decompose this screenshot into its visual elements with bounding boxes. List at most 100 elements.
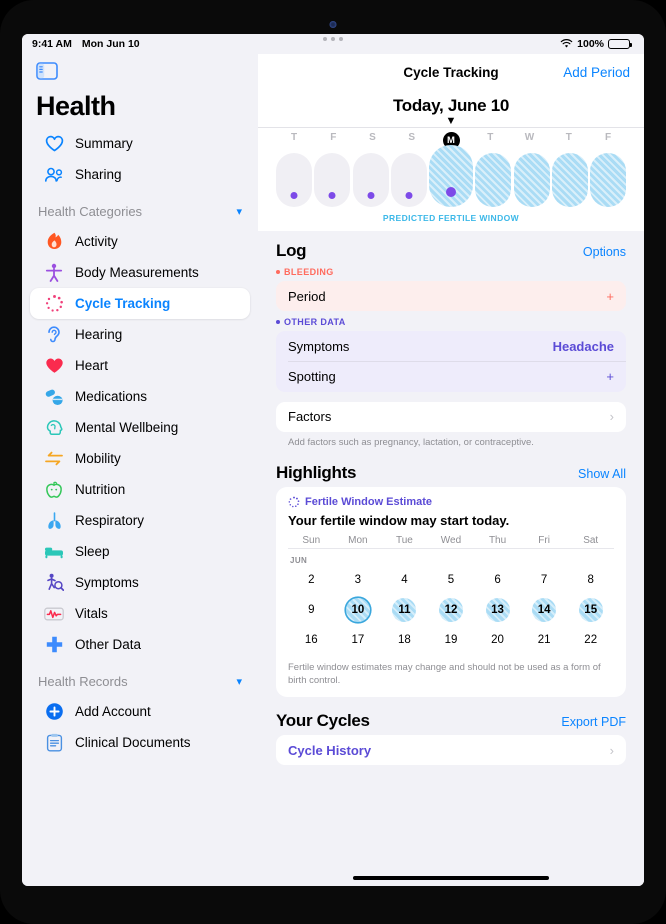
sidebar-item-add-account[interactable]: Add Account bbox=[30, 696, 250, 727]
period-dot bbox=[290, 192, 298, 199]
log-row-period[interactable]: Period + bbox=[276, 281, 626, 311]
calendar-day-today[interactable]: 10 bbox=[335, 595, 382, 625]
cycle-day-oval-today[interactable] bbox=[429, 145, 473, 207]
log-row-spotting[interactable]: Spotting + bbox=[276, 362, 626, 392]
calendar-day[interactable]: 20 bbox=[474, 625, 521, 655]
your-cycles-header: Your Cycles Export PDF bbox=[276, 711, 626, 731]
sidebar-item-medications[interactable]: Medications bbox=[30, 381, 250, 412]
sidebar-item-summary[interactable]: Summary bbox=[30, 128, 250, 159]
other-data-tag-label: OTHER DATA bbox=[284, 317, 346, 327]
chevron-right-icon[interactable]: › bbox=[610, 743, 614, 758]
sidebar-item-vitals[interactable]: Vitals bbox=[30, 598, 250, 629]
cycle-day-oval[interactable] bbox=[314, 153, 351, 207]
calendar-day[interactable]: 16 bbox=[288, 625, 335, 655]
your-cycles-section: Your Cycles Export PDF Cycle History › bbox=[258, 697, 644, 766]
log-options-button[interactable]: Options bbox=[583, 245, 626, 259]
sidebar-section-health-records[interactable]: Health Records ▾ bbox=[22, 666, 258, 696]
sidebar-item-sleep[interactable]: Sleep bbox=[30, 536, 250, 567]
sidebar-item-mobility[interactable]: Mobility bbox=[30, 443, 250, 474]
calendar-day[interactable]: 15 bbox=[567, 595, 614, 625]
calendar-day[interactable]: 5 bbox=[428, 565, 475, 595]
home-indicator[interactable] bbox=[353, 875, 549, 880]
sidebar-item-label: Nutrition bbox=[75, 482, 126, 497]
sidebar-section-health-categories[interactable]: Health Categories ▾ bbox=[22, 196, 258, 226]
cycle-dow: T bbox=[290, 132, 298, 143]
calendar-dow: Tue bbox=[395, 535, 413, 547]
sidebar-item-label: Activity bbox=[75, 234, 118, 249]
cycle-day-oval[interactable] bbox=[513, 153, 550, 207]
add-period-plus-icon[interactable]: + bbox=[606, 290, 614, 303]
calendar-dow-row: Sun Mon Tue Wed Thu Fri Sat bbox=[288, 535, 614, 548]
calendar-day[interactable]: 19 bbox=[428, 625, 475, 655]
sidebar-item-label: Respiratory bbox=[75, 513, 145, 528]
cycle-day-oval[interactable] bbox=[475, 153, 512, 207]
calendar-day[interactable]: 18 bbox=[381, 625, 428, 655]
calendar-day[interactable]: 9 bbox=[288, 595, 335, 625]
calendar-day[interactable]: 7 bbox=[521, 565, 568, 595]
log-row-symptoms[interactable]: Symptoms Headache bbox=[276, 331, 626, 361]
add-period-button[interactable]: Add Period bbox=[563, 65, 630, 80]
sidebar-item-other-data[interactable]: Other Data bbox=[30, 629, 250, 660]
factors-row[interactable]: Factors › bbox=[276, 402, 626, 432]
calendar-day[interactable]: 2 bbox=[288, 565, 335, 595]
add-spotting-plus-icon[interactable]: + bbox=[606, 370, 614, 383]
status-bar-right: 100% bbox=[560, 38, 632, 50]
fertile-window-kicker: Fertile Window Estimate bbox=[288, 496, 614, 508]
sidebar-item-sharing[interactable]: Sharing bbox=[30, 159, 250, 190]
calendar-day[interactable]: 22 bbox=[567, 625, 614, 655]
cycle-day-oval[interactable] bbox=[390, 153, 427, 207]
calendar-day[interactable]: 12 bbox=[428, 595, 475, 625]
scroll-content[interactable]: Log Options BLEEDING Period + OTHER DATA… bbox=[258, 231, 644, 886]
chevron-down-icon[interactable]: ▾ bbox=[236, 205, 242, 218]
sidebar-section-title: Health Categories bbox=[38, 203, 143, 219]
sidebar-toggle-icon[interactable] bbox=[36, 62, 58, 80]
sidebar-item-label: Sleep bbox=[75, 544, 110, 559]
bleeding-tag: BLEEDING bbox=[276, 267, 626, 277]
sidebar-item-hearing[interactable]: Hearing bbox=[30, 319, 250, 350]
period-dot bbox=[367, 192, 374, 199]
export-pdf-button[interactable]: Export PDF bbox=[561, 715, 626, 729]
fertile-window-card[interactable]: Fertile Window Estimate Your fertile win… bbox=[276, 487, 626, 698]
sidebar-item-cycle-tracking[interactable]: Cycle Tracking bbox=[30, 288, 250, 319]
calendar-day[interactable]: 17 bbox=[335, 625, 382, 655]
sidebar-item-nutrition[interactable]: Nutrition bbox=[30, 474, 250, 505]
log-row-value[interactable]: Headache bbox=[553, 339, 614, 354]
split-view: Health Summary Sharing Health Categories… bbox=[22, 54, 644, 886]
chevron-down-icon[interactable]: ▾ bbox=[236, 675, 242, 688]
sidebar-item-activity[interactable]: Activity bbox=[30, 226, 250, 257]
apple-icon bbox=[44, 480, 64, 500]
calendar-day[interactable]: 4 bbox=[381, 565, 428, 595]
cycle-strip: T F S S M T W T F PREDICTED FERTILE WIND… bbox=[258, 128, 644, 231]
calendar-day[interactable]: 11 bbox=[381, 595, 428, 625]
multitasking-controls[interactable] bbox=[323, 37, 343, 41]
cycle-day-oval[interactable] bbox=[276, 153, 312, 207]
calendar-day[interactable]: 6 bbox=[474, 565, 521, 595]
period-dot bbox=[405, 192, 413, 199]
cycle-day-oval[interactable] bbox=[590, 153, 626, 207]
fertile-window-headline: Your fertile window may start today. bbox=[288, 513, 510, 529]
bleeding-tag-label: BLEEDING bbox=[284, 267, 334, 277]
period-dot bbox=[446, 187, 456, 197]
calendar-dow: Wed bbox=[440, 535, 462, 547]
sidebar-item-mental-wellbeing[interactable]: Mental Wellbeing bbox=[30, 412, 250, 443]
sidebar-item-label: Heart bbox=[75, 358, 109, 373]
cycle-day-oval[interactable] bbox=[352, 153, 389, 207]
sidebar-item-body-measurements[interactable]: Body Measurements bbox=[30, 257, 250, 288]
calendar-day[interactable]: 13 bbox=[474, 595, 521, 625]
calendar-day[interactable]: 21 bbox=[521, 625, 568, 655]
calendar-day[interactable]: 14 bbox=[521, 595, 568, 625]
cycle-day-oval[interactable] bbox=[551, 153, 588, 207]
calendar-day[interactable]: 8 bbox=[567, 565, 614, 595]
cycle-history-row[interactable]: Cycle History › bbox=[276, 735, 626, 765]
chevron-right-icon[interactable]: › bbox=[610, 409, 614, 424]
calendar-day[interactable]: 3 bbox=[335, 565, 382, 595]
sidebar-item-respiratory[interactable]: Respiratory bbox=[30, 505, 250, 536]
sidebar-item-heart[interactable]: Heart bbox=[30, 350, 250, 381]
show-all-button[interactable]: Show All bbox=[578, 467, 626, 481]
sidebar-item-clinical-documents[interactable]: Clinical Documents bbox=[30, 727, 250, 758]
sidebar-item-label: Add Account bbox=[75, 704, 151, 719]
sidebar-item-label: Medications bbox=[75, 389, 148, 404]
sidebar-item-symptoms[interactable]: Symptoms bbox=[30, 567, 250, 598]
today-header[interactable]: Today, June 10 ▼ bbox=[258, 90, 644, 128]
your-cycles-card: Cycle History › bbox=[276, 735, 626, 766]
